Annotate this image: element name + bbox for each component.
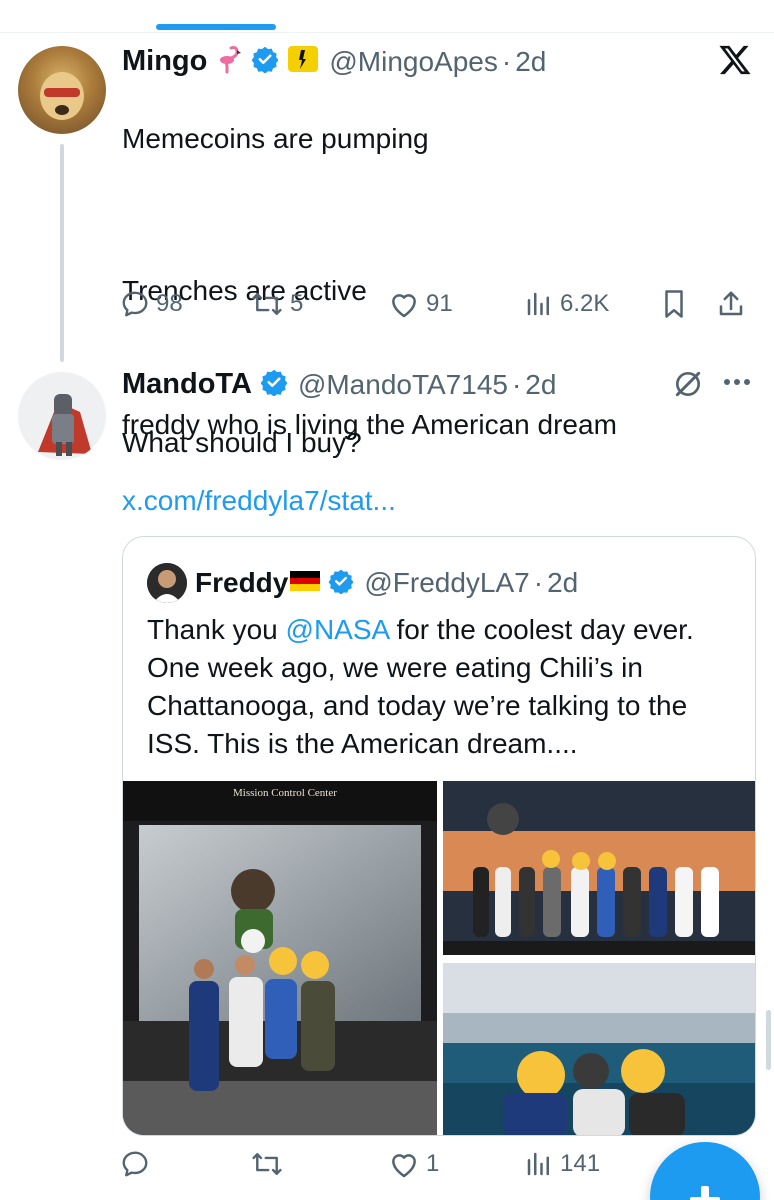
media-image-mission-control[interactable]: Mission Control Center (123, 781, 437, 1135)
affiliate-badge-icon[interactable] (287, 45, 319, 78)
separator: · (511, 368, 522, 400)
share-icon (719, 291, 743, 316)
share-button[interactable] (716, 289, 746, 319)
views-icon (527, 292, 549, 316)
separator: · (501, 45, 512, 77)
quote-text-start: Thank you (147, 614, 286, 645)
mission-control-photo (123, 781, 437, 1135)
views-count: 141 (560, 1150, 601, 1177)
tweet-mingo[interactable]: Mingo @MingoApes · 2d Memecoins are pump… (0, 0, 774, 458)
media-image-pool[interactable] (443, 963, 755, 1135)
tweet-line: Memecoins are pumping (122, 123, 429, 154)
mission-control-label: Mission Control Center (233, 787, 337, 799)
heart-icon (392, 1154, 416, 1178)
views-count: 6.2K (560, 290, 610, 317)
timestamp[interactable]: 2d (525, 369, 556, 401)
reply-icon (122, 1151, 148, 1177)
quote-avatar[interactable] (147, 563, 187, 603)
verified-badge-icon[interactable] (328, 568, 354, 599)
quoted-tweet-card[interactable]: Freddy @FreddyLA7 · 2d Thank you @NASA f… (122, 536, 756, 1136)
separator: · (533, 567, 544, 598)
tweet-actions: 98 5 91 6.2K (120, 284, 760, 324)
author-handle[interactable]: @MingoApes (329, 46, 498, 78)
avatar[interactable] (18, 372, 106, 460)
quote-author-name[interactable]: Freddy (195, 567, 288, 599)
avatar-image (38, 394, 92, 456)
more-options-icon[interactable] (722, 374, 752, 392)
verified-badge-icon[interactable] (251, 45, 279, 78)
verified-badge-icon[interactable] (260, 368, 288, 401)
views-button[interactable]: 141 (524, 1149, 600, 1179)
author-handle[interactable]: @MandoTA7145 (298, 369, 508, 401)
media-grid: Mission Control Center (123, 781, 755, 1135)
reply-button[interactable]: 98 (120, 289, 183, 319)
like-button[interactable]: 91 (388, 289, 453, 319)
quote-header: Freddy @FreddyLA7 · 2d (147, 563, 578, 603)
germany-flag-icon (290, 570, 321, 596)
reply-icon (122, 291, 148, 317)
author-name[interactable]: Mingo (122, 45, 207, 78)
repost-icon (252, 293, 282, 315)
repost-button[interactable] (250, 1149, 290, 1179)
bookmark-icon (665, 290, 683, 318)
repost-count: 5 (290, 290, 304, 317)
heart-icon (392, 294, 416, 318)
mention-link[interactable]: @NASA (286, 614, 389, 645)
like-count: 1 (426, 1150, 440, 1177)
thread-line (60, 144, 64, 362)
views-button[interactable]: 6.2K (524, 289, 609, 319)
x-logo-icon[interactable] (718, 44, 752, 81)
tweet-line (122, 196, 722, 234)
quote-timestamp[interactable]: 2d (547, 567, 578, 599)
author-name[interactable]: MandoTA (122, 368, 252, 401)
like-button[interactable]: 1 (388, 1149, 439, 1179)
avatar[interactable] (18, 46, 106, 134)
repost-button[interactable]: 5 (250, 289, 303, 319)
reply-count: 98 (156, 290, 183, 317)
avatar-image (40, 72, 84, 120)
bookmark-button[interactable] (660, 289, 688, 319)
timestamp[interactable]: 2d (515, 46, 546, 78)
repost-icon (252, 1153, 282, 1175)
media-image-group[interactable] (443, 781, 755, 955)
tweet-header: Mingo @MingoApes · 2d (122, 44, 546, 79)
tweet-header: MandoTA @MandoTA7145 · 2d (122, 368, 556, 401)
like-count: 91 (426, 290, 453, 317)
quote-avatar-image (147, 563, 187, 603)
tweet-text: freddy who is living the American dream (122, 409, 617, 440)
reply-button[interactable] (120, 1149, 156, 1179)
quote-text: Thank you @NASA for the coolest day ever… (147, 611, 747, 763)
scrollbar[interactable] (766, 1010, 771, 1070)
quote-author-handle[interactable]: @FreddyLA7 (364, 567, 529, 599)
flamingo-icon (215, 44, 243, 79)
group-photo (443, 781, 755, 955)
pool-photo (443, 963, 755, 1135)
views-icon (527, 1152, 549, 1176)
tweet-link[interactable]: x.com/freddyla7/stat... (122, 482, 742, 520)
grok-icon[interactable] (672, 368, 704, 405)
